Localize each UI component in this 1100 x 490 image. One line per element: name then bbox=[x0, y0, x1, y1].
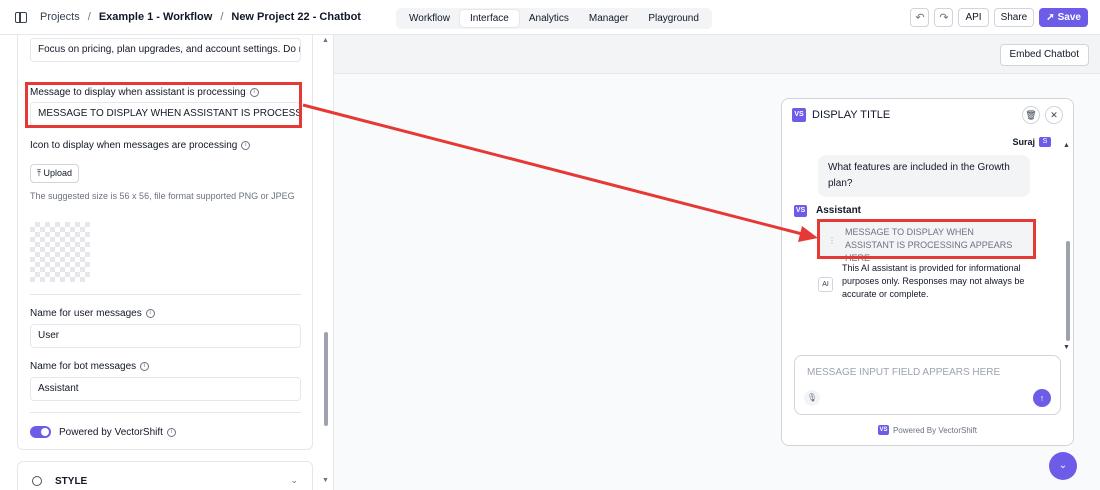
tab-analytics[interactable]: Analytics bbox=[519, 10, 579, 27]
sidebar-toggle-icon[interactable] bbox=[15, 12, 27, 23]
arrow-up-icon: ↑ bbox=[1039, 393, 1045, 403]
embed-chatbot-button[interactable]: Embed Chatbot bbox=[999, 44, 1089, 66]
user-name: Suraj bbox=[1012, 137, 1035, 147]
scroll-up-arrow-icon[interactable]: ▲ bbox=[322, 37, 329, 44]
bot-messages-input[interactable]: Assistant bbox=[30, 377, 301, 401]
bot-messages-label: Name for bot messages i bbox=[30, 361, 150, 372]
bot-messages-label-text: Name for bot messages bbox=[30, 361, 137, 372]
upload-label: Upload bbox=[43, 168, 73, 178]
vectorshift-logo-icon: VS bbox=[792, 108, 806, 122]
close-button[interactable]: ✕ bbox=[1045, 106, 1063, 124]
info-icon[interactable]: i bbox=[166, 428, 176, 437]
palette-icon bbox=[32, 476, 42, 486]
redo-button[interactable]: ↷ bbox=[934, 8, 954, 27]
close-icon: ✕ bbox=[1050, 110, 1058, 120]
nav-tabs: Workflow Interface Analytics Manager Pla… bbox=[396, 8, 712, 29]
save-label: Save bbox=[1057, 12, 1081, 23]
powered-by-label-text: Powered by VectorShift bbox=[59, 427, 163, 438]
powered-by-toggle[interactable] bbox=[30, 426, 51, 438]
chat-title: DISPLAY TITLE bbox=[812, 109, 891, 121]
breadcrumb-project[interactable]: New Project 22 - Chatbot bbox=[231, 11, 361, 23]
breadcrumb-separator: / bbox=[87, 11, 91, 23]
undo-button[interactable]: ↶ bbox=[910, 8, 930, 27]
chat-scroll-up-icon[interactable]: ▲ bbox=[1063, 142, 1070, 149]
tab-manager[interactable]: Manager bbox=[579, 10, 638, 27]
ai-badge-icon: AI bbox=[818, 277, 833, 292]
breadcrumb-projects[interactable]: Projects bbox=[40, 11, 80, 23]
api-button[interactable]: API bbox=[958, 8, 989, 27]
scroll-down-arrow-icon[interactable]: ▼ bbox=[322, 477, 329, 484]
powered-by-footer: VS Powered By VectorShift bbox=[782, 425, 1073, 435]
divider bbox=[30, 294, 301, 295]
tab-playground[interactable]: Playground bbox=[638, 10, 709, 27]
processing-icon-label: Icon to display when messages are proces… bbox=[30, 140, 251, 151]
chat-scroll-thumb[interactable] bbox=[1066, 241, 1070, 341]
upload-hint: The suggested size is 56 x 56, file form… bbox=[30, 191, 295, 201]
rocket-icon: ➚ bbox=[1046, 12, 1055, 23]
trash-icon: 🗑 bbox=[1025, 110, 1037, 120]
tab-workflow[interactable]: Workflow bbox=[399, 10, 460, 27]
share-button[interactable]: Share bbox=[993, 8, 1035, 27]
style-section-label: STYLE bbox=[55, 476, 88, 487]
user-messages-label: Name for user messages i bbox=[30, 308, 155, 319]
breadcrumb: Projects / Example 1 - Workflow / New Pr… bbox=[40, 11, 361, 23]
redo-icon: ↷ bbox=[939, 12, 949, 24]
preview-toolbar: Embed Chatbot bbox=[334, 35, 1100, 74]
instructions-field[interactable]: Focus on pricing, plan upgrades, and acc… bbox=[30, 38, 301, 62]
upload-button[interactable]: ⤒ Upload bbox=[30, 164, 80, 183]
info-icon[interactable]: i bbox=[140, 362, 150, 371]
annotation-highlight-setting bbox=[25, 82, 302, 128]
user-messages-input[interactable]: User bbox=[30, 324, 301, 348]
settings-scrollbar[interactable]: ▲ ▼ bbox=[322, 35, 331, 490]
powered-by-text: Powered By VectorShift bbox=[892, 425, 978, 435]
breadcrumb-separator: / bbox=[220, 11, 224, 23]
bot-name: Assistant bbox=[816, 205, 862, 216]
user-message-bubble: What features are included in the Growth… bbox=[818, 155, 1030, 197]
chat-input-placeholder: MESSAGE INPUT FIELD APPEARS HERE bbox=[807, 367, 1001, 378]
scroll-thumb[interactable] bbox=[324, 332, 328, 426]
send-button[interactable]: ↑ bbox=[1033, 389, 1051, 407]
ai-disclaimer: AI This AI assistant is provided for inf… bbox=[818, 262, 1030, 301]
icon-preview-placeholder bbox=[30, 222, 90, 282]
chatbot-widget: VS DISPLAY TITLE 🗑 ✕ Suraj S What featur… bbox=[781, 98, 1074, 446]
chevron-down-icon: ⌄ bbox=[1058, 460, 1068, 471]
trash-button[interactable]: 🗑 bbox=[1022, 106, 1040, 124]
chat-input-box[interactable]: MESSAGE INPUT FIELD APPEARS HERE 🎙 ↑ bbox=[794, 355, 1061, 415]
powered-by-label: Powered by VectorShift i bbox=[59, 427, 176, 438]
ai-disclaimer-text: This AI assistant is provided for inform… bbox=[842, 263, 1025, 299]
annotation-highlight-preview bbox=[817, 219, 1036, 259]
info-icon[interactable]: i bbox=[145, 309, 155, 318]
style-section[interactable]: STYLE ⌄ bbox=[17, 461, 313, 490]
chat-scroll-down-icon[interactable]: ▼ bbox=[1063, 344, 1070, 351]
bot-avatar-icon: VS bbox=[794, 205, 807, 217]
processing-icon-label-text: Icon to display when messages are proces… bbox=[30, 140, 238, 151]
microphone-button[interactable]: 🎙 bbox=[804, 390, 820, 406]
divider bbox=[30, 412, 301, 413]
breadcrumb-workflow[interactable]: Example 1 - Workflow bbox=[99, 11, 213, 23]
info-icon[interactable]: i bbox=[241, 141, 251, 150]
user-messages-label-text: Name for user messages bbox=[30, 308, 142, 319]
chat-launcher-button[interactable]: ⌄ bbox=[1049, 452, 1077, 480]
user-avatar: S bbox=[1039, 137, 1051, 147]
save-button[interactable]: ➚ Save bbox=[1039, 8, 1088, 27]
tab-interface[interactable]: Interface bbox=[459, 10, 519, 27]
top-actions: ↶ ↷ API Share ➚ Save bbox=[910, 8, 1088, 27]
microphone-icon: 🎙 bbox=[806, 393, 818, 402]
top-bar: Projects / Example 1 - Workflow / New Pr… bbox=[0, 0, 1100, 35]
undo-icon: ↶ bbox=[915, 12, 925, 24]
vectorshift-logo-icon: VS bbox=[877, 425, 889, 435]
upload-icon: ⤒ bbox=[37, 168, 41, 178]
chevron-down-icon: ⌄ bbox=[290, 475, 298, 485]
